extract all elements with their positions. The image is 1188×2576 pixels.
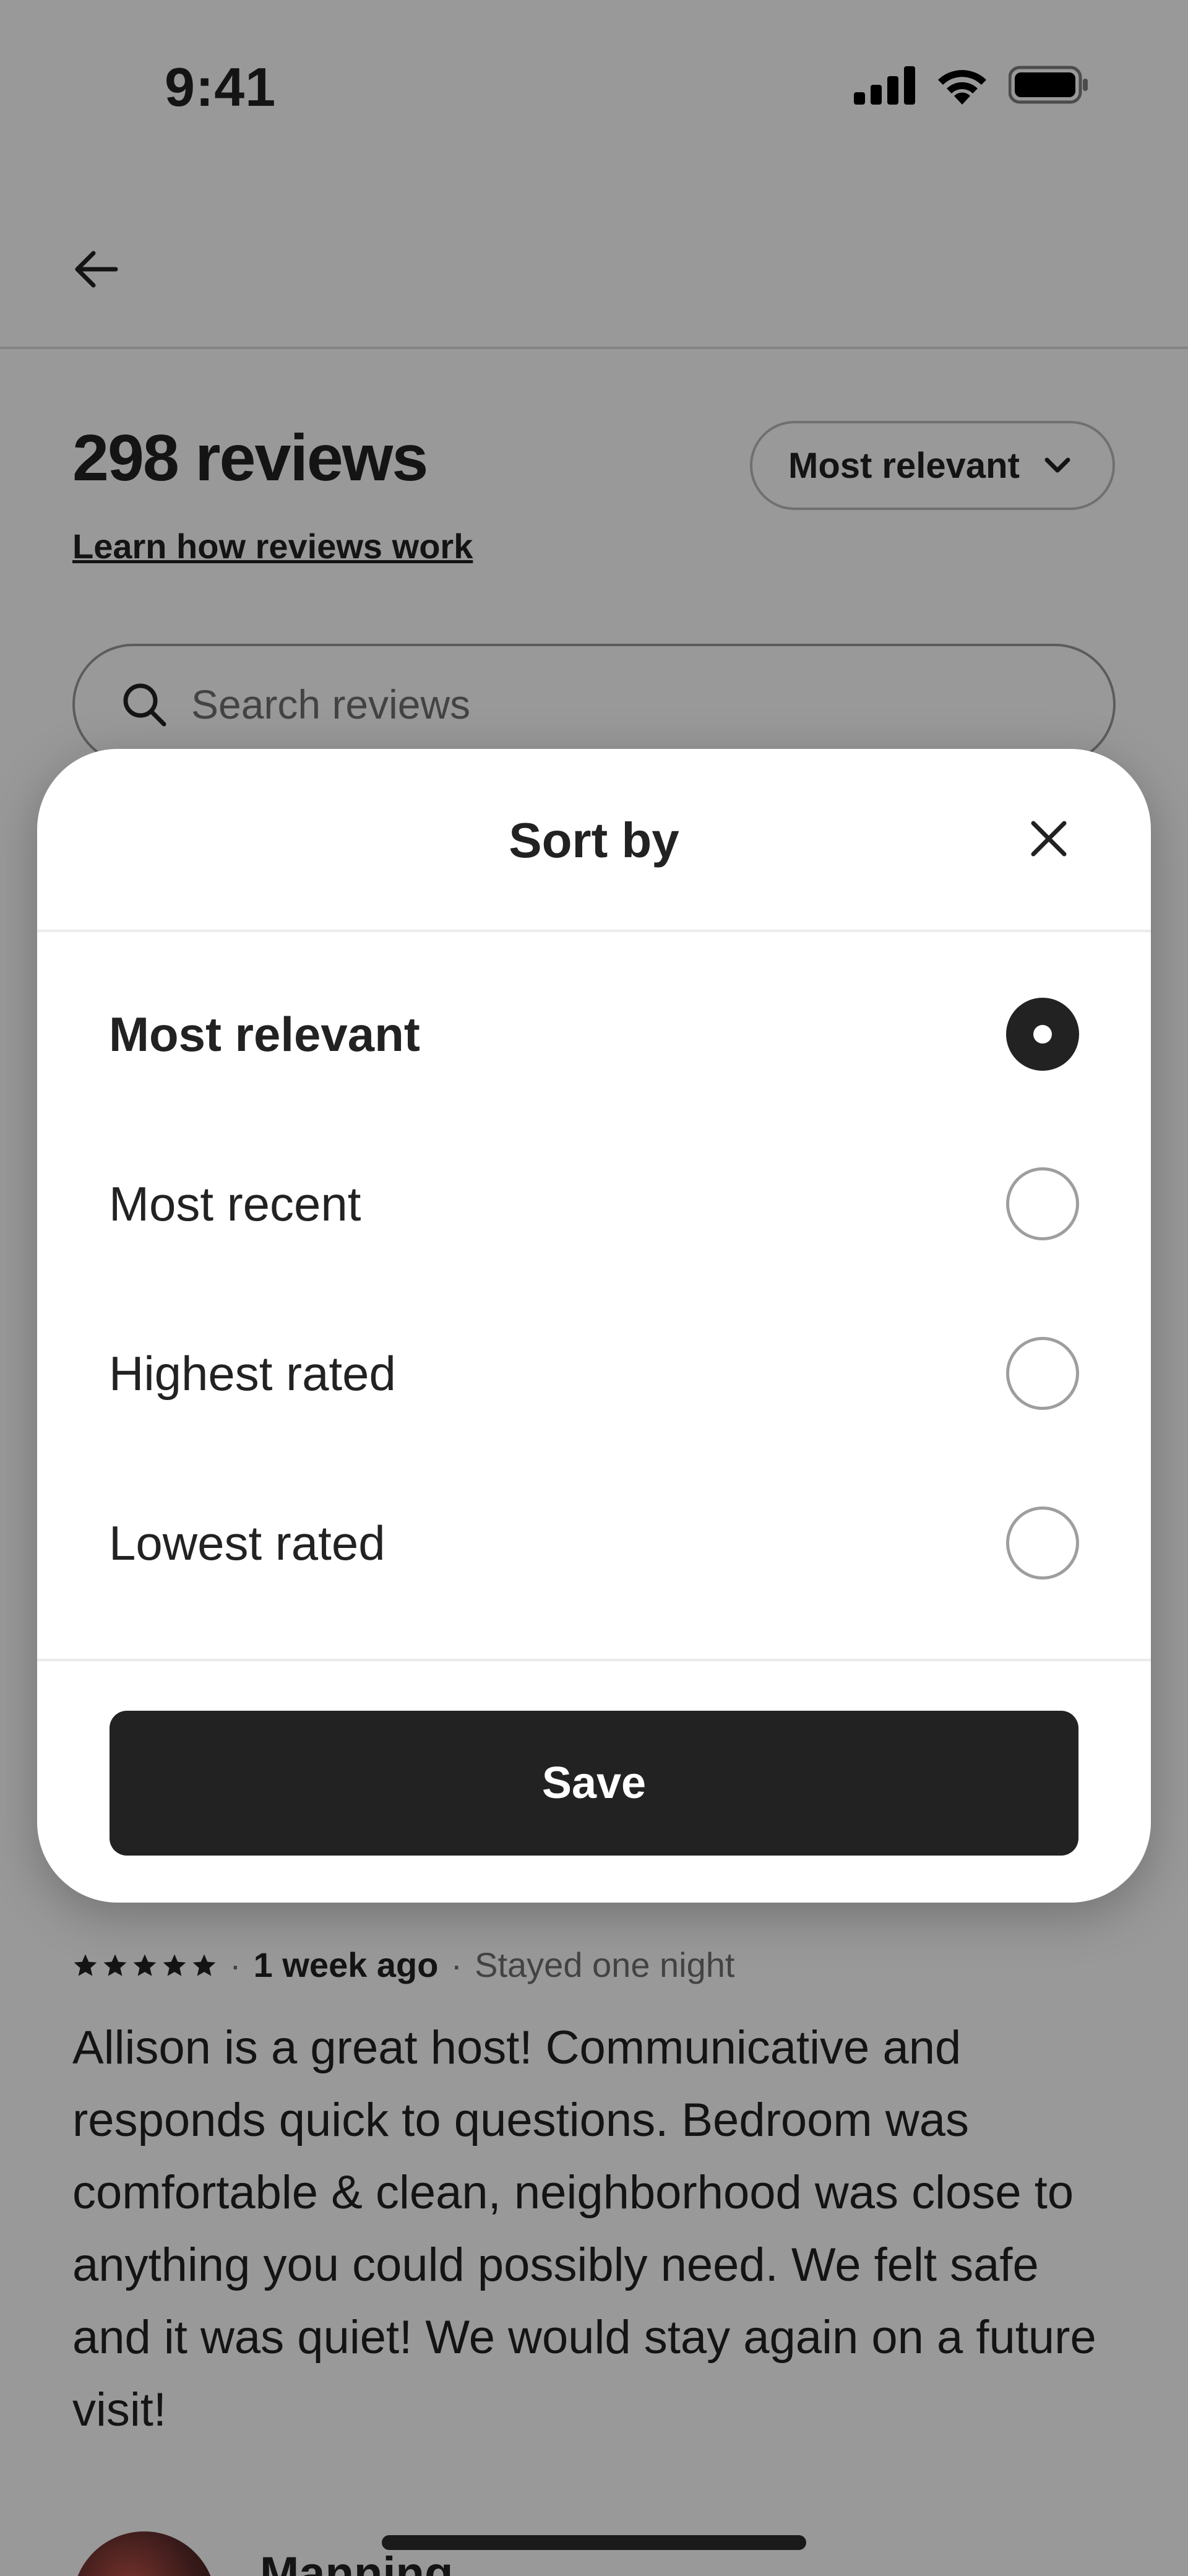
- radio-button[interactable]: [1006, 998, 1079, 1071]
- modal-title: Sort by: [509, 813, 679, 868]
- modal-footer: Save: [37, 1659, 1151, 1903]
- radio-button[interactable]: [1006, 1506, 1079, 1580]
- sort-option-label: Most recent: [109, 1176, 361, 1231]
- sort-option-label: Most relevant: [109, 1006, 420, 1061]
- sort-by-modal: Sort by Most relevant Most recent Highes…: [37, 749, 1151, 1903]
- sort-option[interactable]: Most relevant: [37, 949, 1151, 1119]
- sort-option-label: Highest rated: [109, 1346, 396, 1401]
- sort-option-label: Lowest rated: [109, 1515, 385, 1570]
- close-button[interactable]: [1015, 805, 1083, 873]
- radio-button[interactable]: [1006, 1167, 1079, 1240]
- sort-option[interactable]: Lowest rated: [37, 1458, 1151, 1628]
- close-icon: [1031, 821, 1067, 857]
- sort-option[interactable]: Most recent: [37, 1119, 1151, 1289]
- save-button[interactable]: Save: [110, 1711, 1078, 1856]
- sort-option[interactable]: Highest rated: [37, 1289, 1151, 1458]
- home-indicator[interactable]: [382, 2535, 806, 2550]
- radio-button[interactable]: [1006, 1337, 1079, 1410]
- modal-header: Sort by: [37, 749, 1151, 932]
